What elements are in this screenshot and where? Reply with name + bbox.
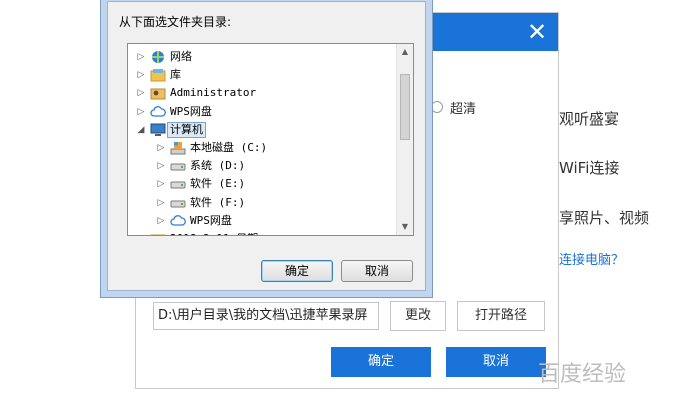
drive-icon [170, 196, 186, 210]
cancel-button[interactable]: 取消 [446, 347, 546, 377]
save-path-input[interactable]: D:\用户目录\我的文档\迅捷苹果录屏 [153, 302, 379, 330]
user-folder-icon [150, 86, 166, 100]
expand-arrow-icon[interactable]: ▷ [156, 216, 166, 226]
tree-item-label: Administrator [170, 86, 257, 100]
watermark-logo: 百度经验 [538, 362, 627, 387]
tree-item-label: 软件 (F:) [190, 195, 246, 209]
change-path-button[interactable]: 更改 [390, 301, 446, 331]
library-icon [150, 68, 166, 82]
tree-item[interactable]: ▷ WPS网盘 [156, 212, 232, 230]
tree-item[interactable]: ▷ Administrator [136, 84, 256, 102]
scroll-up-icon[interactable]: ▲ [397, 44, 413, 60]
scroll-down-icon[interactable]: ▼ [397, 219, 413, 235]
folder-tree-list: ▷ 网络 ▷ 库 ▷ Administrator ▷ WPS网盘 ◢ 计算机 ▷ 本地磁盘 (C:) ▷… [128, 44, 396, 235]
feature-text-wifi: WiFi连接 [559, 159, 620, 177]
expand-arrow-icon[interactable]: ▷ [156, 198, 166, 208]
picker-cancel-button[interactable]: 取消 [341, 260, 413, 282]
tree-item-label: 计算机 [167, 121, 206, 138]
expand-arrow-icon[interactable]: ▷ [136, 107, 146, 117]
tree-item-label: 网络 [170, 50, 192, 63]
expand-arrow-icon[interactable]: ▷ [156, 161, 166, 171]
tree-item-label: 本地磁盘 (C:) [190, 141, 268, 154]
tree-item[interactable]: ◢ 计算机 [136, 121, 206, 139]
open-path-button[interactable]: 打开路径 [457, 301, 545, 331]
expanded-arrow-icon[interactable]: ◢ [136, 125, 146, 135]
tree-item-label: 库 [170, 68, 181, 82]
network-icon [150, 50, 166, 64]
system-drive-icon [170, 141, 186, 155]
expand-arrow-icon[interactable]: ▷ [156, 179, 166, 189]
folder-icon [150, 232, 166, 235]
drive-icon [170, 177, 186, 191]
tree-item[interactable]: ▷ 库 [136, 66, 181, 84]
tree-item-label: WPS网盘 [170, 104, 212, 118]
tree-item-label: 系统 (D:) [190, 159, 246, 173]
confirm-button[interactable]: 确定 [331, 347, 431, 377]
tree-item[interactable]: ▷ 系统 (D:) [156, 157, 246, 175]
folder-tree[interactable]: ▷ 网络 ▷ 库 ▷ Administrator ▷ WPS网盘 ◢ 计算机 ▷ 本地磁盘 (C:) ▷… [127, 43, 414, 236]
folder-picker-prompt: 从下面选文件夹目录: [119, 15, 232, 29]
connect-computer-link[interactable]: 连接电脑？ [559, 249, 624, 268]
picker-ok-button[interactable]: 确定 [261, 260, 333, 282]
tree-item[interactable]: ▷ WPS网盘 [136, 103, 212, 121]
feature-text-share: 享照片、视频 [559, 209, 650, 227]
tree-item[interactable]: ▷ 软件 (E:) [156, 175, 246, 193]
quality-radio-label: 超清 [450, 102, 477, 117]
folder-picker-client: 从下面选文件夹目录: ▷ 网络 ▷ 库 ▷ Administrator ▷ WPS网盘 ◢ 计算机… [107, 1, 426, 291]
tree-item[interactable]: ▷ 网络 [136, 48, 192, 66]
close-icon[interactable]: ✕ [526, 20, 548, 44]
feature-text-audio: 观听盛宴 [559, 110, 620, 128]
scroll-thumb[interactable] [400, 74, 410, 140]
drive-icon [170, 159, 186, 173]
tree-item[interactable]: 2018-3-11 日期 [136, 230, 258, 235]
tree-scrollbar[interactable]: ▲ ▼ [396, 44, 413, 235]
expand-arrow-icon[interactable]: ▷ [156, 143, 166, 153]
expand-arrow-icon[interactable]: ▷ [136, 88, 146, 98]
expand-arrow-icon[interactable]: ▷ [136, 52, 146, 62]
cloud-icon [170, 214, 186, 228]
tree-item[interactable]: ▷ 本地磁盘 (C:) [156, 139, 267, 157]
tree-item-label: WPS网盘 [190, 213, 232, 227]
folder-picker-dialog: 从下面选文件夹目录: ▷ 网络 ▷ 库 ▷ Administrator ▷ WPS网盘 ◢ 计算机… [100, 0, 433, 298]
cloud-icon [150, 105, 166, 119]
expand-arrow-icon[interactable]: ▷ [136, 70, 146, 80]
tree-item[interactable]: ▷ 软件 (F:) [156, 194, 246, 212]
computer-icon [150, 123, 166, 137]
tree-item-label: 2018-3-11 日期 [170, 232, 258, 235]
tree-item-label: 软件 (E:) [190, 177, 246, 191]
